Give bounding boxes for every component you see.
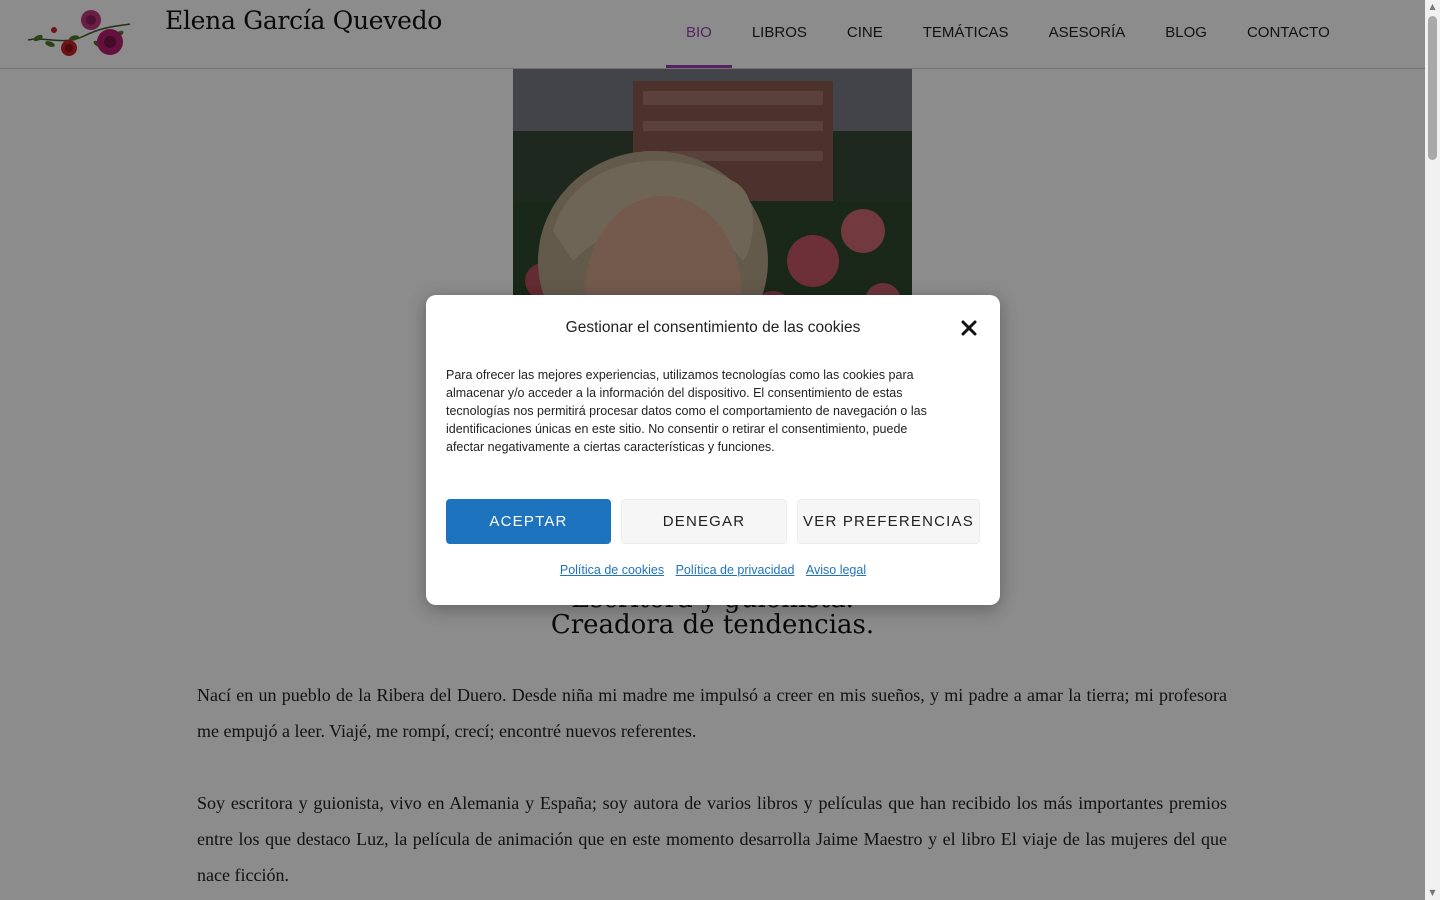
privacy-policy-link[interactable]: Política de privacidad xyxy=(676,563,795,577)
cookie-consent-dialog: Gestionar el consentimiento de las cooki… xyxy=(426,295,1000,605)
legal-notice-link[interactable]: Aviso legal xyxy=(806,563,866,577)
cookie-dialog-links: Política de cookies Política de privacid… xyxy=(426,563,1000,577)
cookie-policy-link[interactable]: Política de cookies xyxy=(560,563,664,577)
page-scrollbar[interactable]: ▲ ▼ xyxy=(1425,0,1440,900)
close-icon[interactable] xyxy=(960,319,978,337)
scroll-up-arrow-icon[interactable]: ▲ xyxy=(1425,0,1440,14)
cookie-dialog-title: Gestionar el consentimiento de las cooki… xyxy=(565,319,861,336)
accept-cookies-button[interactable]: ACEPTAR xyxy=(446,499,611,544)
scroll-down-arrow-icon[interactable]: ▼ xyxy=(1425,886,1440,900)
scrollbar-thumb[interactable] xyxy=(1428,16,1437,160)
view-preferences-button[interactable]: VER PREFERENCIAS xyxy=(797,499,980,544)
cookie-dialog-body: Para ofrecer las mejores experiencias, u… xyxy=(446,368,927,454)
deny-cookies-button[interactable]: DENEGAR xyxy=(621,499,787,544)
